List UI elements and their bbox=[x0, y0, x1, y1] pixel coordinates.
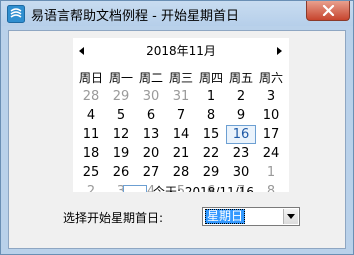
day-cell[interactable]: 29 bbox=[106, 87, 136, 106]
weekday-label: 周一 bbox=[108, 71, 133, 85]
close-icon bbox=[322, 5, 335, 16]
today-marker-icon bbox=[123, 185, 147, 192]
weekday-label: 周六 bbox=[258, 71, 283, 85]
start-day-value: 星期日 bbox=[205, 209, 246, 224]
day-cell[interactable]: 12 bbox=[106, 125, 136, 144]
day-cell[interactable]: 24 bbox=[256, 144, 286, 163]
day-cell[interactable]: 23 bbox=[226, 144, 256, 163]
day-cell[interactable]: 1 bbox=[196, 87, 226, 106]
weekday-header: 周日 周一 周二 周三 周四 周五 周六 bbox=[73, 69, 289, 85]
weekday-label: 周五 bbox=[228, 71, 253, 85]
day-cell[interactable]: 18 bbox=[76, 144, 106, 163]
start-day-label: 选择开始星期首日: bbox=[63, 211, 164, 225]
client-area: 2018年11月 周日 周一 周二 周三 周四 周五 周六 28 29 30 31 1 2… bbox=[8, 30, 346, 249]
day-cell[interactable]: 16 bbox=[226, 125, 256, 144]
window-title: 易语言帮助文档例程 - 开始星期首日 bbox=[31, 9, 239, 24]
day-cell[interactable]: 29 bbox=[196, 163, 226, 182]
chevron-down-icon bbox=[287, 214, 295, 219]
day-cell[interactable]: 30 bbox=[136, 87, 166, 106]
weekday-label: 周日 bbox=[78, 71, 103, 85]
month-title[interactable]: 2018年11月 bbox=[73, 42, 289, 59]
day-cell[interactable]: 21 bbox=[166, 144, 196, 163]
dropdown-button[interactable] bbox=[283, 209, 298, 224]
day-cell[interactable]: 8 bbox=[196, 106, 226, 125]
day-cell[interactable]: 6 bbox=[136, 106, 166, 125]
today-footer[interactable]: 今天: 2018/11/16 bbox=[73, 183, 289, 192]
day-cell[interactable]: 7 bbox=[166, 106, 196, 125]
today-link[interactable]: 今天: 2018/11/16 bbox=[153, 183, 254, 192]
day-cell[interactable]: 28 bbox=[166, 163, 196, 182]
day-cell[interactable]: 15 bbox=[196, 125, 226, 144]
app-icon bbox=[7, 5, 25, 23]
day-cell[interactable]: 5 bbox=[106, 106, 136, 125]
day-cell[interactable]: 1 bbox=[256, 163, 286, 182]
day-cell[interactable]: 9 bbox=[226, 106, 256, 125]
day-cell[interactable]: 13 bbox=[136, 125, 166, 144]
day-cell[interactable]: 3 bbox=[256, 87, 286, 106]
day-cell[interactable]: 14 bbox=[166, 125, 196, 144]
day-cell[interactable]: 28 bbox=[76, 87, 106, 106]
day-cell[interactable]: 31 bbox=[166, 87, 196, 106]
day-cell[interactable]: 11 bbox=[76, 125, 106, 144]
day-cell[interactable]: 20 bbox=[136, 144, 166, 163]
weekday-label: 周三 bbox=[168, 71, 193, 85]
start-day-select[interactable]: 星期日 bbox=[202, 207, 300, 226]
day-cell[interactable]: 25 bbox=[76, 163, 106, 182]
day-cell[interactable]: 10 bbox=[256, 106, 286, 125]
weekday-label: 周二 bbox=[138, 71, 163, 85]
day-cell[interactable]: 19 bbox=[106, 144, 136, 163]
day-cell[interactable]: 30 bbox=[226, 163, 256, 182]
day-cell[interactable]: 4 bbox=[76, 106, 106, 125]
app-window: 易语言帮助文档例程 - 开始星期首日 2018年11月 周日 周一 周二 周三 … bbox=[0, 0, 354, 255]
day-cell[interactable]: 2 bbox=[226, 87, 256, 106]
day-cell[interactable]: 27 bbox=[136, 163, 166, 182]
close-button[interactable] bbox=[306, 1, 350, 21]
day-cell[interactable]: 17 bbox=[256, 125, 286, 144]
weekday-label: 周四 bbox=[198, 71, 223, 85]
day-cell[interactable]: 22 bbox=[196, 144, 226, 163]
month-calendar[interactable]: 2018年11月 周日 周一 周二 周三 周四 周五 周六 28 29 30 31 1 2… bbox=[73, 38, 289, 192]
day-cell[interactable]: 26 bbox=[106, 163, 136, 182]
title-bar[interactable]: 易语言帮助文档例程 - 开始星期首日 bbox=[1, 1, 353, 26]
next-month-icon[interactable] bbox=[274, 46, 284, 56]
